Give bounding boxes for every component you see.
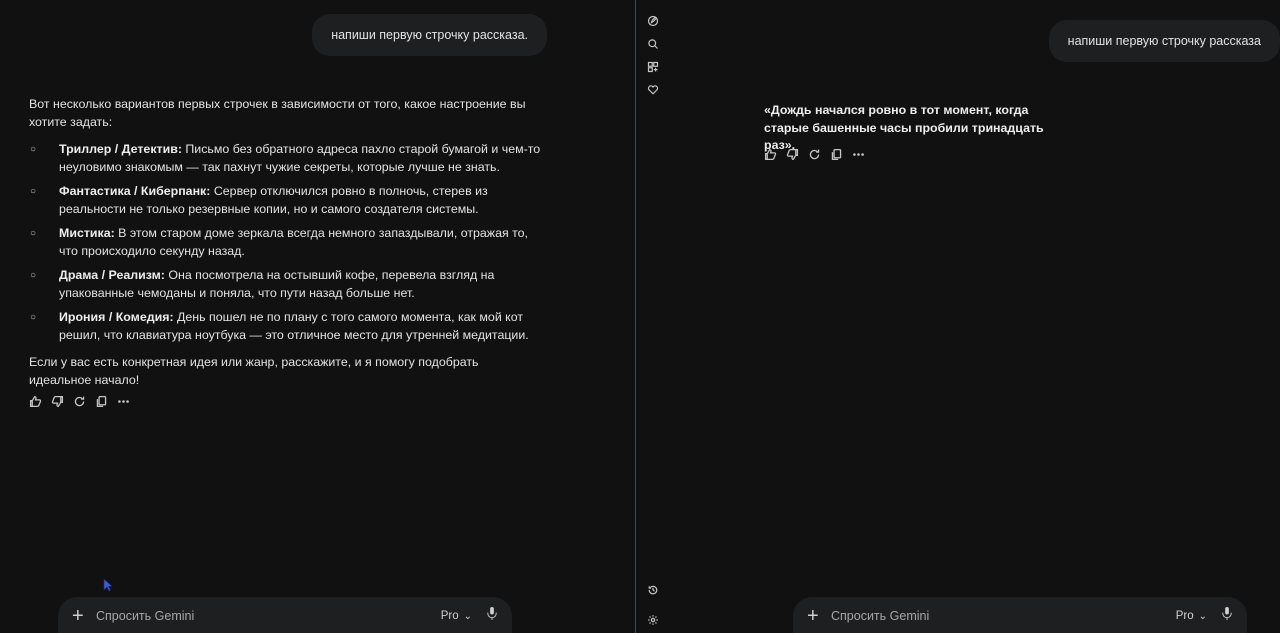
prompt-input[interactable]: Спросить Gemini [96,609,441,623]
settings-icon[interactable] [646,613,660,627]
list-item: ○ Мистика: В этом старом доме зеркала все… [30,226,528,258]
more-icon[interactable] [117,395,130,408]
right-chat-pane: напиши первую строчку рассказа «Дождь на… [636,0,1280,633]
list-item: ○ Ирония / Комедия: День пошел не по план… [30,310,529,342]
prompt-composer[interactable]: + Спросить Gemini Pro ⌄ [793,597,1247,633]
options-list: ○ Триллер / Детектив: Письмо без обратног… [29,141,544,344]
history-icon[interactable] [646,583,660,597]
new-chat-icon[interactable] [646,14,660,28]
user-message: напиши первую строчку рассказа. [312,14,547,56]
response-actions [29,395,130,408]
thumbs-up-icon[interactable] [29,395,42,408]
mic-icon[interactable] [1221,607,1233,625]
response-actions [764,148,865,161]
sidebar-rail-top [646,14,662,97]
copy-icon[interactable] [95,395,108,408]
chevron-down-icon: ⌄ [463,611,472,622]
model-response: Вот несколько вариантов первых строчек в… [29,96,544,398]
list-item: ○ Триллер / Детектив: Письмо без обратног… [30,142,541,174]
model-selector[interactable]: Pro ⌄ [441,610,472,622]
add-attachment-button[interactable]: + [807,606,829,626]
list-item: ○ Драма / Реализм: Она посмотрела на осты… [30,268,495,300]
model-response: «Дождь начался ровно в тот момент, когда… [764,103,1044,152]
model-selector[interactable]: Pro ⌄ [1176,610,1207,622]
thumbs-down-icon[interactable] [51,395,64,408]
list-item: ○ Фантастика / Киберпанк: Сервер отключил… [30,184,488,216]
thumbs-down-icon[interactable] [786,148,799,161]
add-attachment-button[interactable]: + [72,606,94,626]
response-intro: Вот несколько вариантов первых строчек в… [29,97,526,129]
thumbs-up-icon[interactable] [764,148,777,161]
regenerate-icon[interactable] [73,395,86,408]
user-message: напиши первую строчку рассказа [1048,20,1280,62]
prompt-composer[interactable]: + Спросить Gemini Pro ⌄ [58,597,512,633]
heart-icon[interactable] [646,83,660,97]
mic-icon[interactable] [486,607,498,625]
copy-icon[interactable] [830,148,843,161]
search-icon[interactable] [646,37,660,51]
chevron-down-icon: ⌄ [1198,611,1207,622]
response-outro: Если у вас есть конкретная идея или жанр… [29,355,479,387]
regenerate-icon[interactable] [808,148,821,161]
more-icon[interactable] [852,148,865,161]
sidebar-rail-bottom [646,583,662,627]
gems-icon[interactable] [646,60,660,74]
left-chat-pane: напиши первую строчку рассказа. Вот неск… [0,0,635,633]
mouse-cursor-icon [103,578,113,592]
prompt-input[interactable]: Спросить Gemini [831,609,1176,623]
